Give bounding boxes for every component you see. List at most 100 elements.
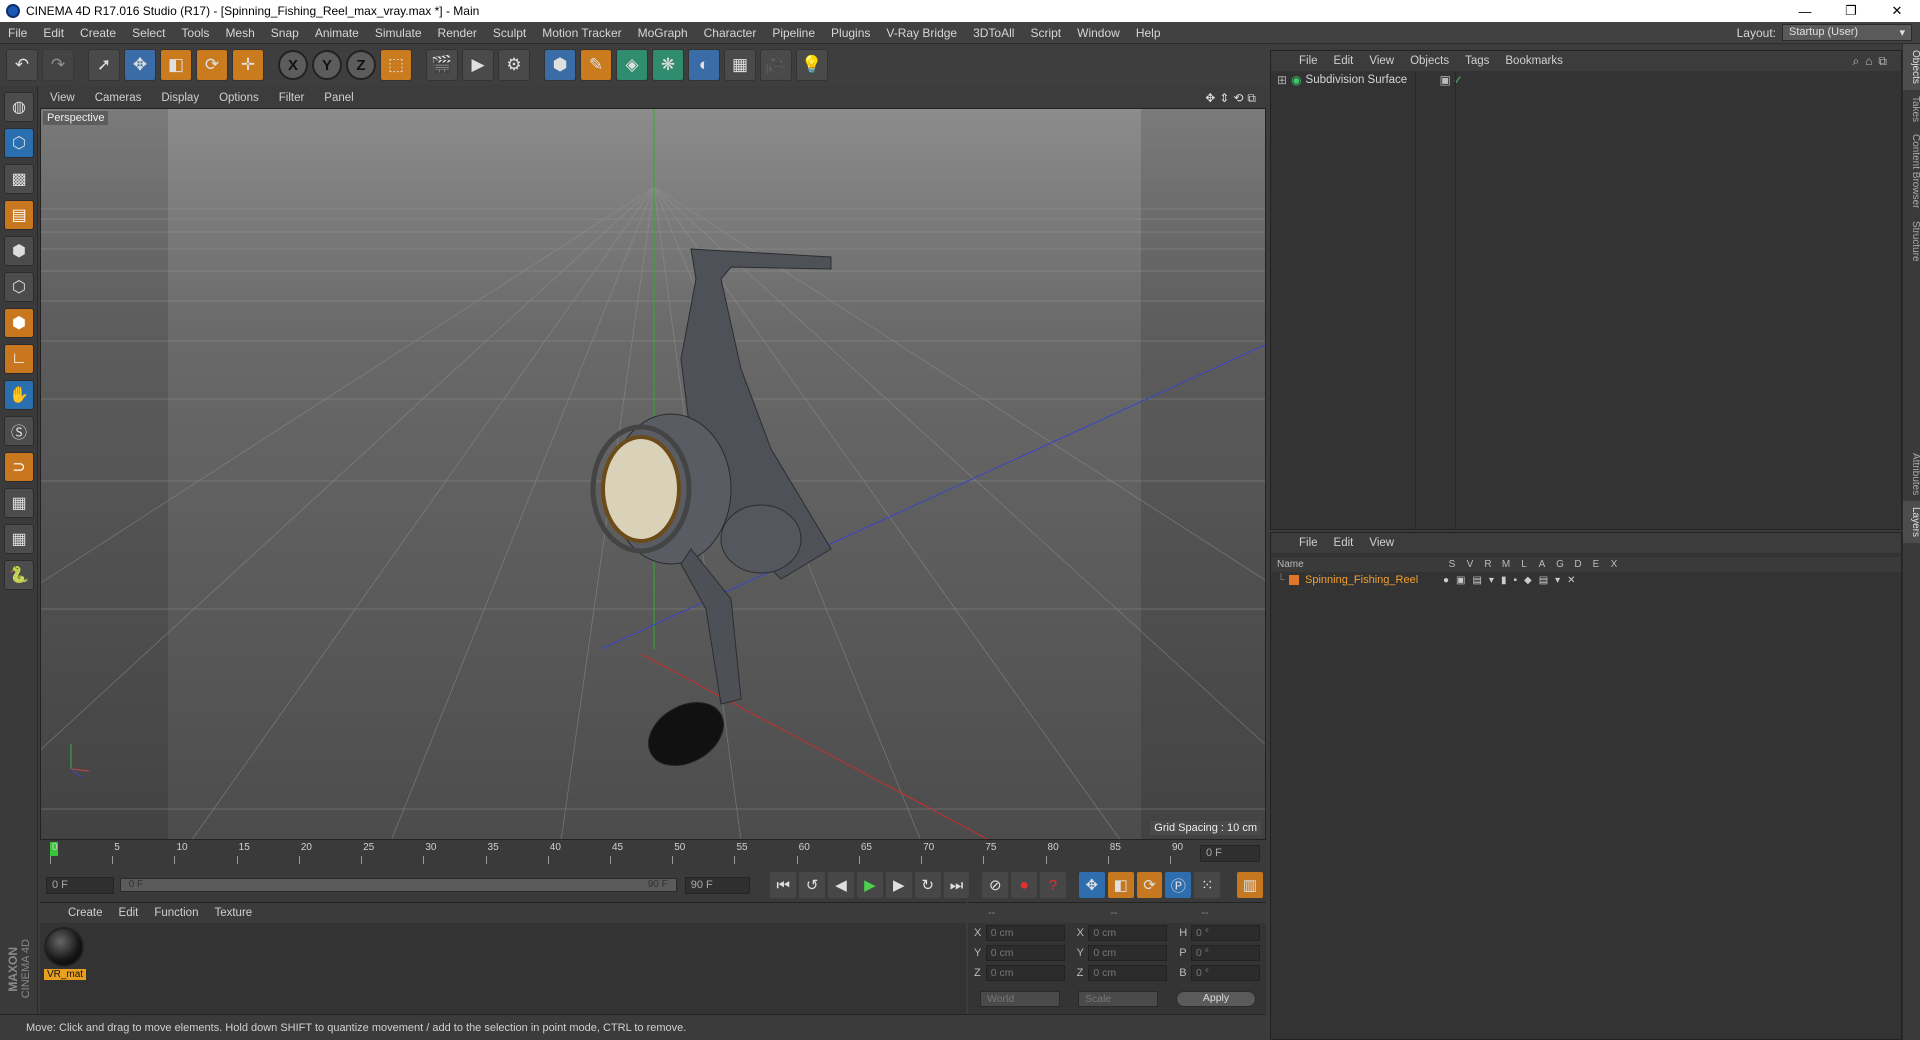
layer-menu-view[interactable]: View xyxy=(1361,537,1402,549)
spline-pen-button[interactable]: ✎ xyxy=(580,49,612,81)
material-menu-edit[interactable]: Edit xyxy=(111,907,147,919)
camera-label[interactable]: Perspective xyxy=(43,111,109,125)
menu-snap[interactable]: Snap xyxy=(263,26,307,40)
material-swatch[interactable]: VR_mat xyxy=(44,927,86,985)
render-view-button[interactable]: 🎬 xyxy=(426,49,458,81)
menu-window[interactable]: Window xyxy=(1069,26,1128,40)
key-rotation-button[interactable]: ⟳ xyxy=(1136,872,1163,898)
add-cube-button[interactable]: ⬢ xyxy=(544,49,576,81)
light-button[interactable]: 💡 xyxy=(796,49,828,81)
go-to-end-button[interactable]: ⏭ xyxy=(943,872,970,898)
keyframe-selection-button[interactable]: ⊘ xyxy=(982,872,1009,898)
material-menu-function[interactable]: Function xyxy=(146,907,206,919)
viewport-menu-display[interactable]: Display xyxy=(151,92,209,104)
array-button[interactable]: ❋ xyxy=(652,49,684,81)
render-picture-viewer-button[interactable]: ▶ xyxy=(462,49,494,81)
locked-workplane-button[interactable]: ▦ xyxy=(4,488,34,518)
layer-color-swatch[interactable] xyxy=(1289,575,1299,585)
tab-content-browser[interactable]: Content Browser xyxy=(1903,128,1920,214)
key-parameter-button[interactable]: Ⓟ xyxy=(1165,872,1192,898)
layer-row[interactable]: └ Spinning_Fishing_Reel ●▣▤▾▮▪◆▤▾✕ xyxy=(1271,572,1901,588)
autokey-button[interactable]: ? xyxy=(1040,872,1066,898)
object-menu-tags[interactable]: Tags xyxy=(1457,55,1497,67)
menu-pipeline[interactable]: Pipeline xyxy=(764,26,823,40)
rotation-h-field[interactable]: 0 ° xyxy=(1191,925,1260,941)
start-frame-field[interactable]: 0 F xyxy=(46,876,114,894)
object-menu-file[interactable]: File xyxy=(1291,55,1326,67)
z-axis-lock-button[interactable]: Z xyxy=(346,50,376,80)
object-panel-tool-icons[interactable]: ⌕⌂⧉ xyxy=(1852,54,1893,69)
menu-mesh[interactable]: Mesh xyxy=(217,26,262,40)
model-mode-button[interactable]: ⬡ xyxy=(4,128,34,158)
viewport-menu-view[interactable]: View xyxy=(40,92,85,104)
menu-character[interactable]: Character xyxy=(696,26,765,40)
layer-name[interactable]: Spinning_Fishing_Reel xyxy=(1305,574,1443,586)
scale-tool-button[interactable]: ◧ xyxy=(160,49,192,81)
object-row-subdivision[interactable]: ⊞ ◉ Subdivision Surface ▣ ✓ xyxy=(1271,71,1901,89)
snap-button[interactable]: Ⓢ xyxy=(4,416,34,446)
workplane-mode-button[interactable]: ▤ xyxy=(4,200,34,230)
apply-button[interactable]: Apply xyxy=(1176,991,1256,1007)
edges-mode-button[interactable]: ⬡ xyxy=(4,272,34,302)
tweak-mode-button[interactable]: ✋ xyxy=(4,380,34,410)
timeline-ruler[interactable]: 0 5 10 15 20 25 30 35 40 45 50 55 60 65 70 75 80 85 90 0 F xyxy=(40,840,1266,868)
menu-create[interactable]: Create xyxy=(72,26,124,40)
go-to-start-button[interactable]: ⏮ xyxy=(770,872,797,898)
layout-dropdown[interactable]: Startup (User) ▾ xyxy=(1782,24,1912,41)
deformer-button[interactable]: ◐ xyxy=(688,49,720,81)
minimize-button[interactable]: — xyxy=(1782,0,1828,22)
previous-frame-button[interactable]: ◀ xyxy=(828,872,854,898)
next-frame-button[interactable]: ▶ xyxy=(885,872,912,898)
size-mode-dropdown[interactable]: Scale xyxy=(1078,991,1158,1007)
rotate-tool-button[interactable]: ⟳ xyxy=(196,49,228,81)
tab-attributes[interactable]: Attributes xyxy=(1903,447,1920,501)
menu-edit[interactable]: Edit xyxy=(35,26,72,40)
size-x-field[interactable]: 0 cm xyxy=(1088,925,1168,941)
viewport-menu-cameras[interactable]: Cameras xyxy=(85,92,152,104)
frame-range-slider[interactable]: 0 F 90 F xyxy=(119,878,677,892)
3d-viewport[interactable]: Perspective Grid Spacing : 10 cm xyxy=(40,108,1266,840)
expand-toggle-icon[interactable]: ⊞ xyxy=(1277,73,1287,87)
python-button[interactable]: 🐍 xyxy=(4,560,34,590)
floor-button[interactable]: ▦ xyxy=(724,49,756,81)
menu-3dtoall[interactable]: 3DToAll xyxy=(965,26,1022,40)
selection-tool-button[interactable]: ➚ xyxy=(88,49,120,81)
menu-motion-tracker[interactable]: Motion Tracker xyxy=(534,26,629,40)
magnet-button[interactable]: ⊃ xyxy=(4,452,34,482)
planar-workplane-button[interactable]: ▦ xyxy=(4,524,34,554)
key-pla-button[interactable]: ⁙ xyxy=(1194,872,1221,898)
tab-structure[interactable]: Structure xyxy=(1903,215,1920,268)
points-mode-button[interactable]: ⬢ xyxy=(4,236,34,266)
subdivision-surface-button[interactable]: ◈ xyxy=(616,49,648,81)
position-x-field[interactable]: 0 cm xyxy=(985,925,1065,941)
redo-button[interactable]: ↷ xyxy=(42,49,74,81)
record-button[interactable]: ⏺ xyxy=(1011,872,1038,898)
camera-button[interactable]: 🎥 xyxy=(760,49,792,81)
position-y-field[interactable]: 0 cm xyxy=(985,945,1065,961)
play-button[interactable]: ▶ xyxy=(856,872,883,898)
coordinate-system-button[interactable]: ⬚ xyxy=(380,49,412,81)
position-z-field[interactable]: 0 cm xyxy=(985,965,1065,981)
size-z-field[interactable]: 0 cm xyxy=(1088,965,1168,981)
next-key-button[interactable]: ↻ xyxy=(914,872,941,898)
viewport-navigation-icons[interactable]: ✥⇕⟲⧉ xyxy=(1205,91,1260,106)
restore-button[interactable]: ❐ xyxy=(1828,0,1874,22)
tab-takes[interactable]: Takes xyxy=(1903,90,1920,128)
close-button[interactable]: ✕ xyxy=(1874,0,1920,22)
menu-script[interactable]: Script xyxy=(1022,26,1069,40)
tab-layers[interactable]: Layers xyxy=(1903,501,1920,544)
material-menu-texture[interactable]: Texture xyxy=(206,907,260,919)
layer-menu-edit[interactable]: Edit xyxy=(1326,537,1362,549)
menu-sculpt[interactable]: Sculpt xyxy=(485,26,534,40)
render-settings-button[interactable]: ⚙ xyxy=(498,49,530,81)
enable-axis-button[interactable]: ∟ xyxy=(4,344,34,374)
object-menu-view[interactable]: View xyxy=(1361,55,1402,67)
menu-plugins[interactable]: Plugins xyxy=(823,26,878,40)
x-axis-lock-button[interactable]: X xyxy=(278,50,308,80)
layer-menu-file[interactable]: File xyxy=(1291,537,1326,549)
menu-mograph[interactable]: MoGraph xyxy=(630,26,696,40)
layer-check-icon[interactable]: ▣ xyxy=(1440,73,1451,87)
timeline-layout-button[interactable]: ▥ xyxy=(1237,872,1263,898)
texture-mode-button[interactable]: ▩ xyxy=(4,164,34,194)
rotation-b-field[interactable]: 0 ° xyxy=(1191,965,1260,981)
